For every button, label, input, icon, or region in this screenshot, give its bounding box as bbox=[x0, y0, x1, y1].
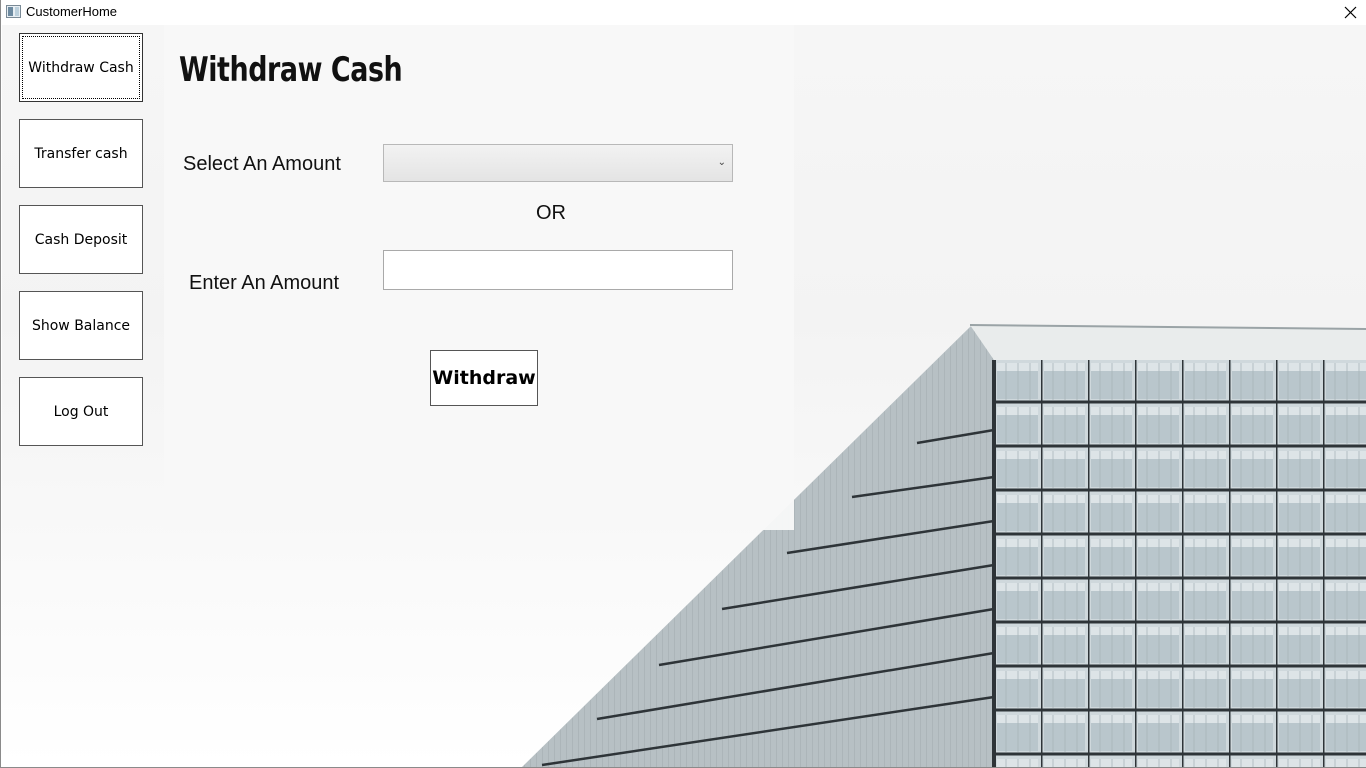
close-icon bbox=[1344, 6, 1356, 19]
nav-cash-deposit-label: Cash Deposit bbox=[34, 231, 128, 248]
enter-amount-label: Enter An Amount bbox=[189, 272, 340, 294]
customer-home-window: CustomerHome Withdraw Cash Transfer cash… bbox=[0, 0, 1366, 768]
nav-log-out-button[interactable]: Log Out bbox=[19, 377, 143, 446]
nav-cash-deposit-button[interactable]: Cash Deposit bbox=[19, 205, 143, 274]
select-amount-label: Select An Amount bbox=[183, 153, 341, 175]
window-title: CustomerHome bbox=[26, 4, 118, 19]
nav-transfer-cash-button[interactable]: Transfer cash bbox=[19, 119, 143, 188]
nav-log-out-label: Log Out bbox=[53, 403, 109, 420]
withdraw-panel: Withdraw Cash Select An Amount ⌄ OR Ente… bbox=[164, 25, 794, 530]
content-area: Withdraw Cash Transfer cash Cash Deposit… bbox=[2, 25, 1366, 767]
nav-withdraw-cash-button[interactable]: Withdraw Cash bbox=[19, 33, 143, 102]
or-separator: OR bbox=[536, 202, 566, 224]
amount-input[interactable] bbox=[383, 250, 733, 290]
withdraw-button[interactable]: Withdraw bbox=[430, 350, 538, 406]
nav-show-balance-label: Show Balance bbox=[31, 317, 131, 334]
nav-transfer-cash-label: Transfer cash bbox=[34, 145, 128, 162]
amount-select[interactable]: ⌄ bbox=[383, 144, 733, 182]
page-title: Withdraw Cash bbox=[179, 50, 403, 90]
nav-withdraw-cash-label: Withdraw Cash bbox=[28, 59, 134, 76]
chevron-down-icon: ⌄ bbox=[717, 157, 726, 168]
app-window-icon bbox=[6, 5, 21, 18]
nav-show-balance-button[interactable]: Show Balance bbox=[19, 291, 143, 360]
close-button[interactable] bbox=[1333, 0, 1366, 25]
title-bar: CustomerHome bbox=[1, 0, 1366, 25]
withdraw-button-label: Withdraw bbox=[432, 367, 536, 389]
